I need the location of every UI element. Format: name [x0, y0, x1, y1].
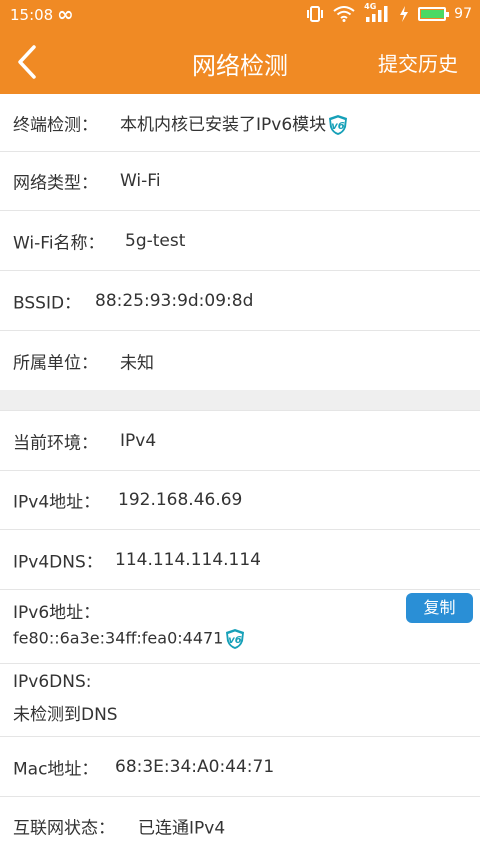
terminal-check-value: 本机内核已安装了IPv6模块 v6 — [120, 110, 348, 136]
internet-status-row: 互联网状态： 已连通IPv4 — [0, 797, 480, 854]
svg-text:v6: v6 — [229, 635, 243, 646]
signal-icon: 4G — [364, 2, 390, 23]
ipv6-shield-icon: v6 — [329, 114, 348, 135]
battery-percent: 97 — [454, 6, 472, 22]
wifi-name-label: Wi-Fi名称： — [13, 233, 105, 253]
bssid-value: 88:25:93:9d:09:8d — [95, 290, 254, 311]
vibrate-icon — [307, 6, 324, 22]
terminal-check-label: 终端检测： — [13, 115, 98, 135]
network-type-label: 网络类型： — [13, 173, 98, 194]
ipv6-address-text[interactable]: fe80::6a3e:34ff:fea0:4471 — [13, 629, 223, 648]
wifi-name-row: Wi-Fi名称： 5g-test — [0, 211, 480, 271]
network-type-value: Wi-Fi — [120, 171, 161, 191]
current-env-value: IPv4 — [120, 430, 157, 451]
ipv4-address-value: 192.168.46.69 — [118, 490, 243, 510]
status-bar: 15:08 ∞ 4G 97 — [0, 0, 480, 30]
ipv6-dns-label: IPv6DNS: — [13, 672, 92, 692]
mac-address-label: Mac地址： — [13, 759, 99, 779]
ipv6-address-label: IPv6地址： — [13, 603, 101, 623]
ipv6-dns-value: 未检测到DNS — [13, 705, 118, 725]
status-icons: 4G 97 — [306, 2, 472, 23]
ipv6-dns-row: IPv6DNS: 未检测到DNS — [0, 664, 480, 737]
terminal-check-text: 本机内核已安装了IPv6模块 — [120, 114, 327, 135]
ipv4-dns-value: 114.114.114.114 — [115, 549, 262, 570]
section-divider — [0, 390, 480, 411]
unit-label: 所属单位： — [13, 353, 98, 373]
charging-icon — [400, 6, 409, 22]
battery-icon — [418, 7, 450, 21]
ipv4-address-row: IPv4地址： 192.168.46.69 — [0, 471, 480, 530]
copy-button[interactable]: 复制 — [406, 593, 473, 623]
wifi-name-value: 5g-test — [125, 230, 186, 251]
status-time: 15:08 — [10, 6, 54, 24]
bssid-row: BSSID： 88:25:93:9d:09:8d — [0, 271, 480, 331]
unit-row: 所属单位： 未知 — [0, 331, 480, 390]
ipv4-address-label: IPv4地址： — [13, 492, 101, 513]
current-env-label: 当前环境： — [13, 433, 98, 453]
network-type-row: 网络类型： Wi-Fi — [0, 152, 480, 211]
internet-status-value: 已连通IPv4 — [138, 818, 226, 838]
ipv4-dns-row: IPv4DNS： 114.114.114.114 — [0, 530, 480, 590]
nav-bar: 网络检测 提交历史 — [0, 30, 480, 94]
ipv6-address-value: fe80::6a3e:34ff:fea0:4471 v6 — [13, 628, 245, 650]
internet-status-label: 互联网状态： — [13, 818, 115, 838]
unit-value: 未知 — [120, 353, 154, 373]
submit-history-button[interactable]: 提交历史 — [378, 48, 458, 77]
mac-address-value: 68:3E:34:A0:44:71 — [115, 756, 275, 777]
ipv4-dns-label: IPv4DNS： — [13, 552, 103, 572]
current-env-row: 当前环境： IPv4 — [0, 411, 480, 471]
ipv6-shield-icon: v6 — [226, 629, 245, 649]
mac-address-row: Mac地址： 68:3E:34:A0:44:71 — [0, 737, 480, 797]
infinity-icon: ∞ — [57, 2, 74, 26]
svg-text:v6: v6 — [331, 121, 345, 132]
bssid-label: BSSID： — [13, 293, 82, 313]
ipv6-address-row: IPv6地址： 复制 fe80::6a3e:34ff:fea0:4471 v6 — [0, 590, 480, 664]
terminal-check-row: 终端检测： 本机内核已安装了IPv6模块 v6 — [0, 94, 480, 152]
wifi-icon — [333, 6, 355, 22]
